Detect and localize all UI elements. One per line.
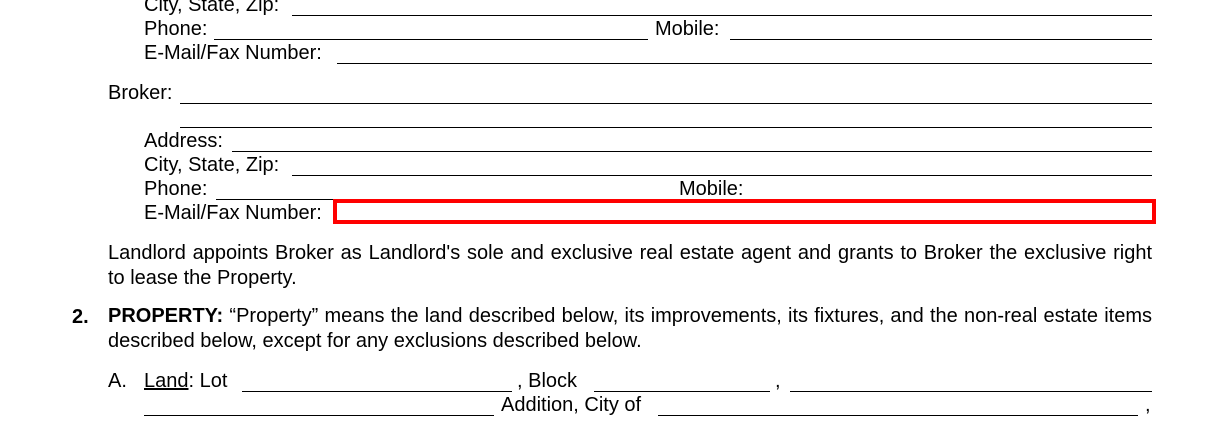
land-trailing-comma: ,	[1145, 394, 1151, 416]
landlord-mobile-label: Mobile:	[655, 18, 720, 40]
broker-address-label: Address:	[144, 130, 223, 152]
land-addition-label: Addition, City of	[501, 394, 642, 416]
broker-mobile-label: Mobile:	[679, 178, 744, 200]
landlord-city-state-zip-field[interactable]	[292, 15, 1152, 16]
section-2-body: “Property” means the land described belo…	[108, 305, 1153, 352]
landlord-email-fax-label: E-Mail/Fax Number:	[144, 42, 322, 64]
appointment-paragraph: Landlord appoints Broker as Landlord's s…	[108, 241, 1152, 291]
broker-name-field-line2[interactable]	[180, 127, 1152, 128]
broker-city-state-zip-field[interactable]	[292, 175, 1152, 176]
broker-name-field[interactable]	[180, 103, 1152, 104]
section-2-number: 2.	[72, 306, 89, 328]
broker-label: Broker:	[108, 82, 173, 104]
broker-email-fax-label: E-Mail/Fax Number:	[144, 202, 322, 224]
land-block-label: , Block	[517, 370, 578, 392]
landlord-phone-field[interactable]	[214, 39, 648, 40]
land-block-field[interactable]	[594, 391, 770, 392]
broker-city-state-zip-label: City, State, Zip:	[144, 154, 280, 176]
broker-email-fax-field[interactable]	[333, 199, 1156, 224]
land-addition-field[interactable]	[144, 415, 494, 416]
land-city-field[interactable]	[658, 415, 1138, 416]
broker-address-field[interactable]	[232, 151, 1152, 152]
landlord-phone-label: Phone:	[144, 18, 208, 40]
landlord-city-state-zip-label: City, State, Zip:	[144, 0, 280, 16]
land-item-letter: A.	[108, 370, 127, 392]
land-label: Land	[144, 370, 189, 392]
broker-phone-label: Phone:	[144, 178, 208, 200]
landlord-email-fax-field[interactable]	[337, 63, 1152, 64]
section-2-heading: PROPERTY:	[108, 305, 224, 327]
land-lot-field[interactable]	[242, 391, 512, 392]
land-heading: Land: Lot	[144, 371, 227, 391]
land-extra-field[interactable]	[790, 391, 1152, 392]
broker-phone-field[interactable]	[216, 199, 336, 200]
land-lot-label: : Lot	[188, 370, 228, 392]
appointment-paragraph-text: Landlord appoints Broker as Landlord's s…	[108, 242, 1152, 289]
landlord-mobile-field[interactable]	[730, 39, 1152, 40]
section-2-paragraph: PROPERTY: “Property” means the land desc…	[108, 304, 1152, 354]
land-comma: ,	[775, 370, 781, 392]
